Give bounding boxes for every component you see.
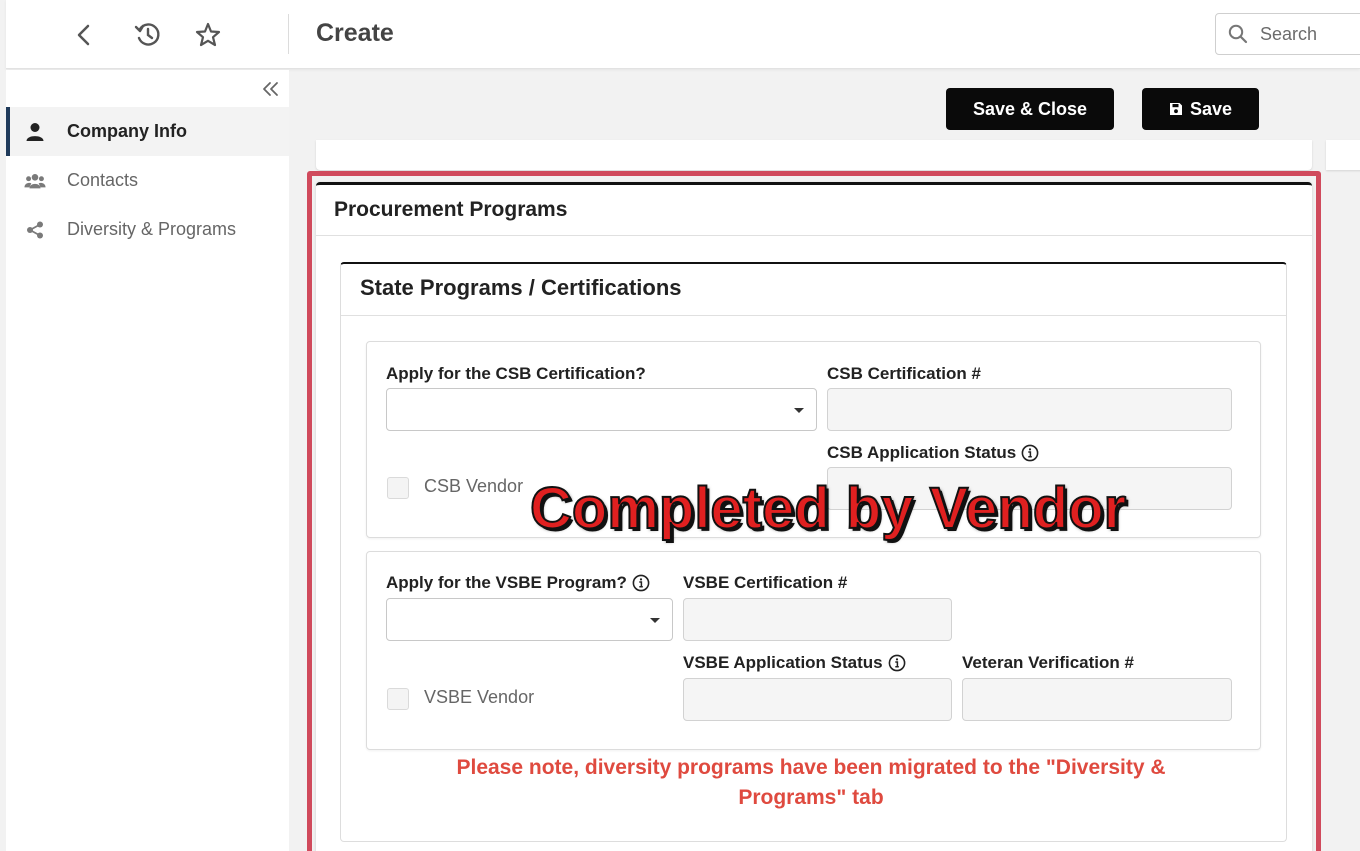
page-title: Create bbox=[316, 19, 394, 47]
sidebar-item-label: Contacts bbox=[67, 170, 139, 190]
save-close-button[interactable]: Save & Close bbox=[946, 88, 1114, 130]
sidebar-item-diversity-programs[interactable]: Diversity & Programs bbox=[6, 205, 289, 254]
sidebar: Company Info Contacts Diversity & Progra… bbox=[6, 70, 289, 851]
sidebar-item-contacts[interactable]: Contacts bbox=[6, 156, 289, 205]
back-icon[interactable] bbox=[67, 18, 101, 52]
person-icon bbox=[24, 122, 46, 142]
search-box[interactable] bbox=[1215, 13, 1360, 55]
completed-by-vendor-overlay: Completed by Vendor bbox=[529, 475, 1127, 542]
sidebar-item-label: Diversity & Programs bbox=[67, 219, 237, 239]
star-icon[interactable] bbox=[191, 18, 225, 52]
save-label: Save bbox=[1189, 98, 1233, 119]
history-icon[interactable] bbox=[131, 18, 165, 52]
search-icon bbox=[1228, 24, 1248, 44]
save-close-label: Save & Close bbox=[972, 98, 1088, 119]
side-card-edge bbox=[1326, 140, 1360, 170]
floppy-disk-icon bbox=[1169, 102, 1183, 116]
double-chevron-left-icon[interactable] bbox=[259, 78, 281, 100]
save-button[interactable]: Save bbox=[1142, 88, 1259, 130]
toolbar-divider bbox=[288, 14, 289, 54]
share-icon bbox=[24, 221, 46, 239]
sidebar-item-company-info[interactable]: Company Info bbox=[6, 107, 289, 156]
sidebar-item-label: Company Info bbox=[67, 121, 187, 141]
previous-section-card bbox=[316, 140, 1312, 170]
top-bar: Create bbox=[6, 0, 1360, 69]
search-input[interactable] bbox=[1260, 23, 1360, 45]
people-icon bbox=[24, 172, 46, 190]
